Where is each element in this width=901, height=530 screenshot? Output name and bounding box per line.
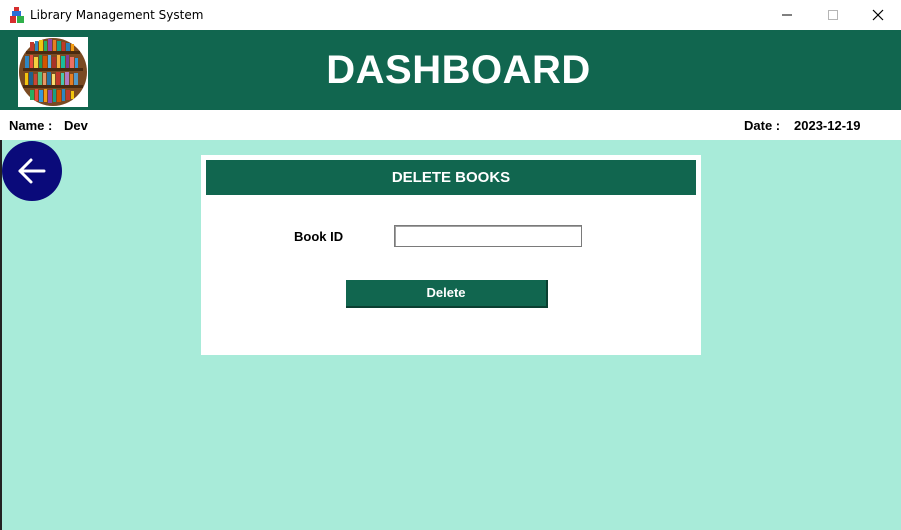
window-titlebar: Library Management System	[0, 0, 901, 30]
minimize-button[interactable]	[764, 0, 810, 30]
left-border	[0, 140, 2, 530]
page-title: DASHBOARD	[326, 48, 591, 92]
maximize-button[interactable]	[810, 0, 856, 30]
close-button[interactable]	[855, 0, 901, 30]
book-id-label: Book ID	[294, 229, 344, 244]
close-icon	[872, 9, 884, 21]
dashboard-header: DASHBOARD	[0, 30, 901, 110]
user-info-bar: Name : Dev Date : 2023-12-19	[0, 110, 901, 140]
name-label: Name :	[9, 118, 53, 133]
maximize-icon	[828, 10, 838, 20]
delete-button[interactable]: Delete	[346, 280, 548, 308]
name-value: Dev	[64, 118, 88, 133]
back-button[interactable]	[2, 141, 62, 201]
book-id-input[interactable]	[394, 225, 582, 247]
panel-title: DELETE BOOKS	[206, 160, 696, 195]
arrow-left-icon	[18, 158, 46, 184]
window-title: Library Management System	[30, 8, 204, 22]
minimize-icon	[782, 14, 792, 16]
delete-books-panel: DELETE BOOKS Book ID Delete	[201, 155, 701, 355]
date-label: Date :	[744, 118, 781, 133]
date-value: 2023-12-19	[794, 118, 861, 133]
app-icon	[10, 7, 24, 23]
